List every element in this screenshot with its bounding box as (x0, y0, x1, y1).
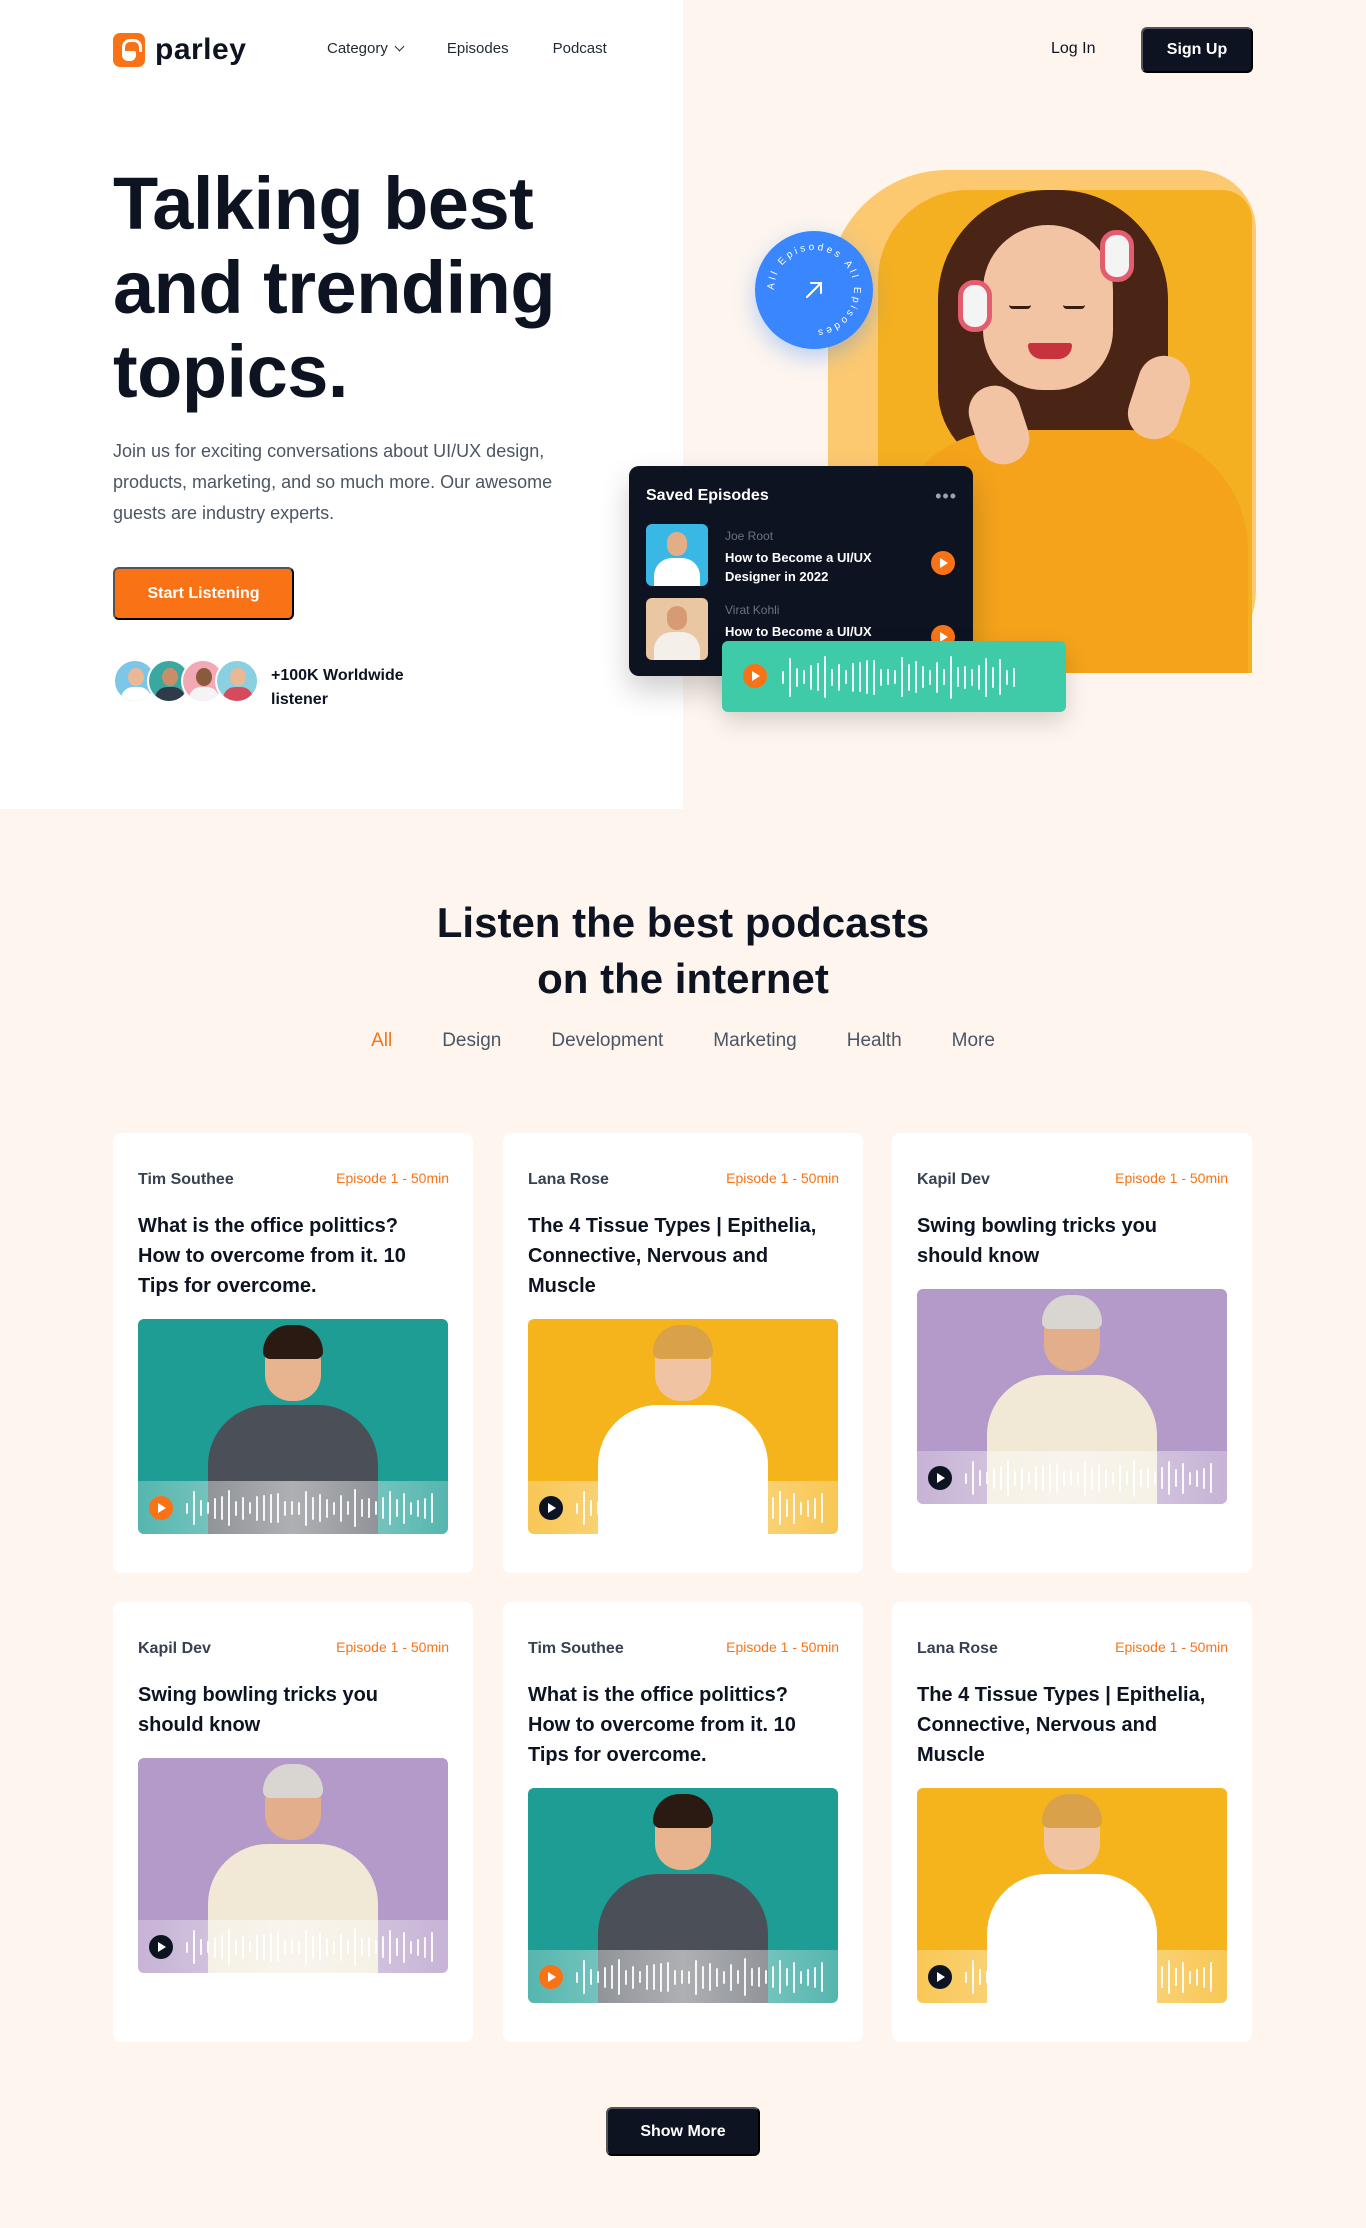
play-icon[interactable] (931, 551, 955, 575)
audio-player (528, 1481, 838, 1534)
card-title: The 4 Tissue Types | Epithelia, Connecti… (528, 1215, 817, 1297)
section-title-line: on the internet (537, 955, 829, 1002)
waveform (186, 1489, 433, 1527)
card-episode: Episode 1 - 50min (726, 1170, 839, 1186)
hero-title-line: topics. (113, 330, 348, 413)
listener-count: +100K Worldwide listener (271, 667, 404, 708)
filter-development[interactable]: Development (551, 1030, 663, 1052)
filter-health[interactable]: Health (847, 1030, 902, 1052)
waveform (782, 655, 1015, 699)
card-title: The 4 Tissue Types | Epithelia, Connecti… (917, 1684, 1206, 1766)
waveform (965, 1459, 1212, 1497)
category-filters: All Design Development Marketing Health … (0, 1030, 1366, 1052)
waveform (576, 1958, 823, 1996)
login-link[interactable]: Log In (1051, 40, 1095, 58)
nav-podcast[interactable]: Podcast (553, 40, 607, 57)
card-host: Lana Rose (528, 1171, 609, 1188)
card-image (917, 1788, 1227, 2003)
signup-button[interactable]: Sign Up (1141, 27, 1253, 73)
episode-thumbnail (646, 524, 708, 586)
card-title: Swing bowling tricks you should know (138, 1684, 379, 1736)
waveform (186, 1928, 433, 1966)
nav-episodes[interactable]: Episodes (447, 40, 509, 57)
card-title: What is the office polittics? How to ove… (528, 1684, 796, 1766)
section-title: Listen the best podcasts on the internet (0, 895, 1366, 1007)
card-episode: Episode 1 - 50min (336, 1639, 449, 1655)
filter-design[interactable]: Design (442, 1030, 501, 1052)
audio-player (917, 1451, 1227, 1504)
card-host: Tim Southee (528, 1640, 624, 1657)
waveform (965, 1958, 1212, 1996)
arrow-up-right-icon (806, 282, 822, 298)
hero-title-line: and trending (113, 246, 556, 329)
episode-host: Virat Kohli (725, 603, 780, 617)
badge-ring-svg: All Episodes All Episodes (766, 242, 859, 338)
podcast-card[interactable]: Lana Rose Episode 1 - 50min The 4 Tissue… (892, 1602, 1252, 2042)
logo-text: parley (155, 33, 247, 66)
hero-subtitle: Join us for exciting conversations about… (113, 441, 553, 523)
card-episode: Episode 1 - 50min (726, 1639, 839, 1655)
card-episode: Episode 1 - 50min (336, 1170, 449, 1186)
hero-title: Talking best and trending topics. (113, 162, 633, 414)
nav-podcast-label: Podcast (552, 40, 607, 57)
filter-marketing[interactable]: Marketing (713, 1030, 796, 1052)
audio-player (138, 1920, 448, 1973)
hero-title-line: Talking best (113, 162, 534, 245)
saved-episode-item[interactable]: Joe Root How to Become a UI/UX Designer … (646, 524, 956, 588)
play-icon[interactable] (743, 664, 767, 688)
nav-episodes-label: Episodes (446, 40, 509, 57)
card-host: Kapil Dev (917, 1171, 990, 1188)
card-host: Tim Southee (138, 1171, 234, 1188)
main-nav: Category Episodes Podcast (327, 40, 607, 57)
card-image (138, 1758, 448, 1973)
audio-player (722, 641, 1066, 712)
avatar (215, 659, 259, 703)
play-icon[interactable] (149, 1935, 173, 1959)
card-image (138, 1319, 448, 1534)
start-listening-button[interactable]: Start Listening (113, 567, 294, 620)
play-icon[interactable] (149, 1496, 173, 1520)
section-title-line: Listen the best podcasts (436, 899, 930, 946)
show-more-button[interactable]: Show More (606, 2107, 760, 2156)
hero-section: parley Category Episodes Podcast Log In … (0, 0, 1366, 809)
audio-player (138, 1481, 448, 1534)
audio-player (528, 1950, 838, 2003)
saved-episodes-title: Saved Episodes (646, 487, 769, 504)
play-icon[interactable] (928, 1965, 952, 1989)
play-icon[interactable] (928, 1466, 952, 1490)
card-title: Swing bowling tricks you should know (917, 1215, 1158, 1267)
podcast-card[interactable]: Kapil Dev Episode 1 - 50min Swing bowlin… (892, 1133, 1252, 1573)
play-icon[interactable] (539, 1965, 563, 1989)
logo-icon (113, 33, 145, 67)
filter-more[interactable]: More (952, 1030, 995, 1052)
waveform (576, 1489, 823, 1527)
card-episode: Episode 1 - 50min (1115, 1639, 1228, 1655)
card-image (528, 1788, 838, 2003)
card-title: What is the office polittics? How to ove… (138, 1215, 406, 1297)
listener-avatars (113, 659, 259, 703)
episode-title: How to Become a UI/UX (725, 624, 872, 639)
episode-title: How to Become a UI/UX Designer in 2022 (725, 550, 872, 584)
card-image (528, 1319, 838, 1534)
logo[interactable]: parley (113, 33, 246, 67)
podcast-card[interactable]: Tim Southee Episode 1 - 50min What is th… (503, 1602, 863, 2042)
card-host: Lana Rose (917, 1640, 998, 1657)
play-icon[interactable] (539, 1496, 563, 1520)
card-episode: Episode 1 - 50min (1115, 1170, 1228, 1186)
nav-category[interactable]: Category (327, 40, 405, 57)
card-host: Kapil Dev (138, 1640, 211, 1657)
podcast-card[interactable]: Tim Southee Episode 1 - 50min What is th… (113, 1133, 473, 1573)
filter-all[interactable]: All (371, 1030, 392, 1052)
episode-thumbnail (646, 598, 708, 660)
more-options-icon[interactable]: ••• (935, 486, 957, 507)
all-episodes-badge[interactable]: All Episodes All Episodes (755, 231, 873, 349)
nav-category-label: Category (327, 40, 388, 57)
chevron-down-icon (394, 41, 405, 52)
card-image (917, 1289, 1227, 1504)
audio-player (917, 1950, 1227, 2003)
podcast-card[interactable]: Kapil Dev Episode 1 - 50min Swing bowlin… (113, 1602, 473, 2042)
podcast-card[interactable]: Lana Rose Episode 1 - 50min The 4 Tissue… (503, 1133, 863, 1573)
episode-host: Joe Root (725, 529, 774, 543)
